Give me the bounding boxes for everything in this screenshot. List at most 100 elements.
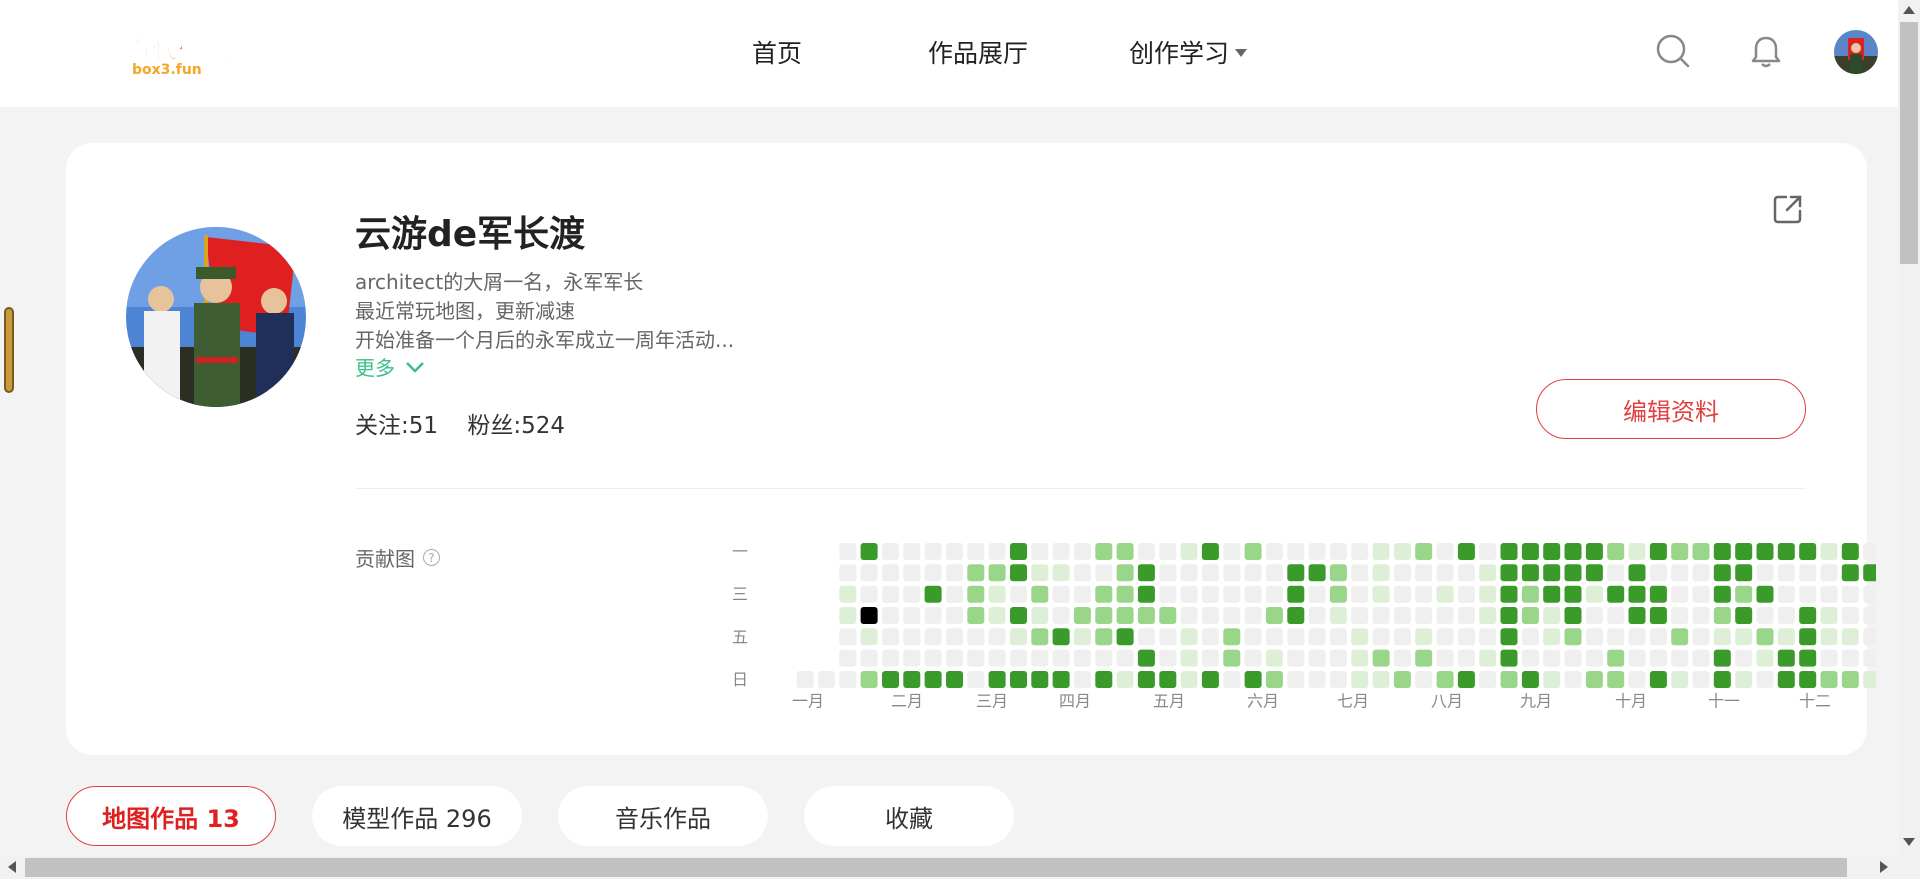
contribution-cell[interactable] [1799, 607, 1817, 624]
contribution-cell[interactable] [1671, 649, 1689, 667]
contribution-cell[interactable] [1713, 628, 1731, 646]
contribution-cell[interactable] [1393, 607, 1411, 624]
contribution-cell[interactable] [1692, 671, 1710, 688]
contribution-cell[interactable] [1863, 585, 1876, 603]
contribution-cell[interactable] [1564, 607, 1582, 624]
contribution-cell[interactable] [1628, 649, 1646, 667]
contribution-cell[interactable] [1543, 628, 1561, 646]
contribution-cell[interactable] [1073, 564, 1091, 582]
contribution-cell[interactable] [1735, 649, 1753, 667]
contribution-cell[interactable] [1287, 585, 1305, 603]
contribution-cell[interactable] [1201, 564, 1219, 582]
contribution-cell[interactable] [1436, 649, 1454, 667]
contribution-cell[interactable] [882, 543, 899, 560]
contribution-cell[interactable] [839, 671, 857, 688]
vertical-scroll-thumb[interactable] [1900, 22, 1918, 264]
contribution-cell[interactable] [1585, 564, 1603, 582]
contribution-cell[interactable] [1329, 628, 1347, 646]
contribution-cell[interactable] [1137, 649, 1155, 667]
contribution-cell[interactable] [1756, 628, 1774, 646]
contribution-cell[interactable] [1521, 671, 1539, 688]
contribution-cell[interactable] [988, 585, 1006, 603]
contribution-cell[interactable] [1116, 649, 1134, 667]
contribution-cell[interactable] [1031, 649, 1049, 667]
contribution-cell[interactable] [1649, 585, 1667, 603]
followers-count[interactable]: 粉丝:524 [467, 413, 565, 439]
contribution-cell[interactable] [1351, 628, 1369, 646]
contribution-cell[interactable] [967, 585, 985, 603]
contribution-cell[interactable] [1415, 607, 1433, 624]
contribution-cell[interactable] [988, 607, 1006, 624]
contribution-cell[interactable] [1223, 607, 1241, 624]
contribution-cell[interactable] [1308, 564, 1326, 582]
contribution-cell[interactable] [1457, 649, 1475, 667]
contribution-cell[interactable] [988, 649, 1006, 667]
contribution-cell[interactable] [1308, 543, 1326, 560]
contribution-cell[interactable] [1393, 649, 1411, 667]
contribution-cell[interactable] [1756, 543, 1774, 560]
contribution-cell[interactable] [1607, 628, 1625, 646]
contribution-cell[interactable] [1500, 543, 1518, 560]
following-count[interactable]: 关注:51 [355, 413, 438, 439]
contribution-cell[interactable] [903, 607, 921, 624]
contribution-cell[interactable] [1052, 607, 1070, 624]
contribution-cell[interactable] [1521, 607, 1539, 624]
contribution-cell[interactable] [839, 628, 857, 646]
contribution-cell[interactable] [1841, 628, 1859, 646]
tab-model-works[interactable]: 模型作品 296 [312, 786, 522, 846]
contribution-cell[interactable] [1031, 671, 1049, 688]
contribution-cell[interactable] [903, 585, 921, 603]
contribution-cell[interactable] [882, 628, 899, 646]
contribution-cell[interactable] [903, 671, 921, 688]
contribution-cell[interactable] [1010, 649, 1027, 667]
contribution-cell[interactable] [967, 649, 985, 667]
contribution-cell[interactable] [924, 607, 942, 624]
contribution-cell[interactable] [1137, 543, 1155, 560]
contribution-cell[interactable] [1777, 671, 1795, 688]
contribution-cell[interactable] [1820, 671, 1838, 688]
contribution-cell[interactable] [1159, 543, 1177, 560]
contribution-cell[interactable] [1457, 585, 1475, 603]
contribution-cell[interactable] [1010, 607, 1027, 624]
contribution-cell[interactable] [1863, 607, 1876, 624]
contribution-cell[interactable] [1820, 585, 1838, 603]
contribution-cell[interactable] [1585, 585, 1603, 603]
contribution-cell[interactable] [1521, 628, 1539, 646]
horizontal-scroll-thumb[interactable] [25, 858, 1847, 877]
contribution-cell[interactable] [1095, 628, 1113, 646]
more-toggle[interactable]: 更多 [355, 352, 425, 381]
contribution-cell[interactable] [946, 671, 963, 688]
contribution-cell[interactable] [1265, 649, 1283, 667]
contribution-cell[interactable] [1799, 671, 1817, 688]
contribution-cell[interactable] [1116, 564, 1134, 582]
contribution-cell[interactable] [967, 564, 985, 582]
contribution-cell[interactable] [1436, 543, 1454, 560]
contribution-cell[interactable] [1073, 607, 1091, 624]
contribution-cell[interactable] [1671, 564, 1689, 582]
contribution-cell[interactable] [1671, 543, 1689, 560]
contribution-cell[interactable] [1223, 585, 1241, 603]
contribution-cell[interactable] [1201, 649, 1219, 667]
contribution-cell[interactable] [1863, 628, 1876, 646]
tab-map-works[interactable]: 地图作品 13 [66, 786, 276, 846]
contribution-cell[interactable] [1415, 564, 1433, 582]
contribution-cell[interactable] [796, 671, 814, 688]
contribution-cell[interactable] [839, 543, 857, 560]
contribution-cell[interactable] [1351, 564, 1369, 582]
contribution-cell[interactable] [1116, 607, 1134, 624]
contribution-cell[interactable] [1010, 543, 1027, 560]
contribution-cell[interactable] [1180, 543, 1198, 560]
side-scroll-handle[interactable] [4, 307, 14, 393]
contribution-cell[interactable] [1095, 564, 1113, 582]
contribution-cell[interactable] [1543, 607, 1561, 624]
contribution-cell[interactable] [1479, 649, 1497, 667]
contribution-cell[interactable] [1585, 607, 1603, 624]
contribution-cell[interactable] [1372, 564, 1390, 582]
contribution-cell[interactable] [1628, 543, 1646, 560]
contribution-cell[interactable] [1010, 628, 1027, 646]
user-avatar[interactable] [1834, 30, 1878, 74]
contribution-cell[interactable] [1244, 607, 1262, 624]
contribution-cell[interactable] [1863, 564, 1876, 582]
contribution-cell[interactable] [1564, 543, 1582, 560]
contribution-cell[interactable] [1287, 543, 1305, 560]
